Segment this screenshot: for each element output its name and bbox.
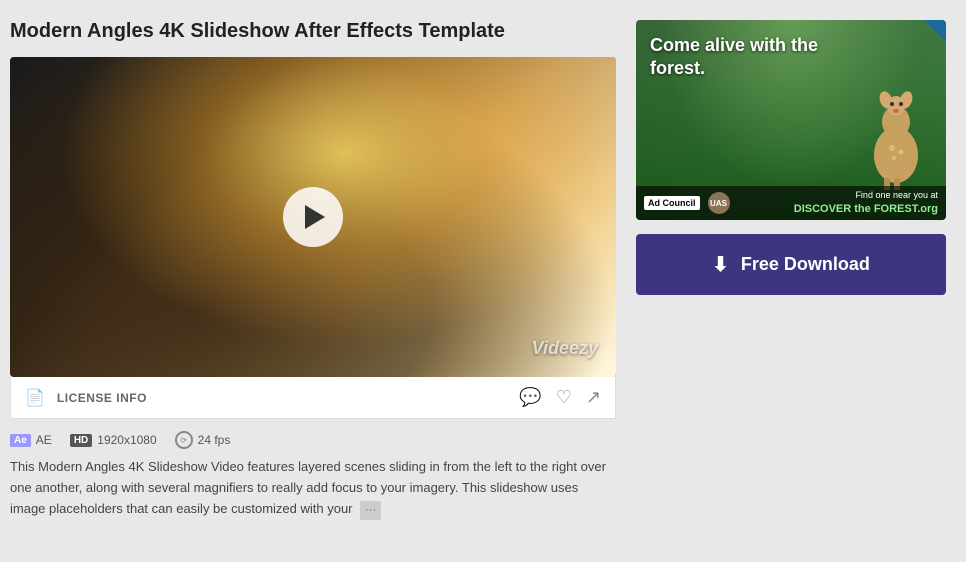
fps-icon: ⟳ — [175, 431, 193, 449]
ad-banner[interactable]: Come alive with the forest. — [636, 20, 946, 220]
video-player[interactable]: Videezy — [10, 57, 616, 377]
video-actions-bar: 📄 LICENSE INFO 💬 ♡ ↗ — [10, 377, 616, 419]
right-column: Come alive with the forest. — [636, 20, 946, 520]
play-icon — [305, 205, 325, 229]
hd-badge: HD — [70, 434, 92, 447]
page-title: Modern Angles 4K Slideshow After Effects… — [10, 20, 616, 43]
license-info-label[interactable]: LICENSE INFO — [57, 391, 511, 405]
hd-badge-container: HD 1920x1080 — [70, 433, 157, 447]
ad-discover-prefix: Find one near you at — [738, 190, 939, 202]
meta-bar: Ae AE HD 1920x1080 ⟳ 24 fps — [10, 419, 616, 457]
fps-label: 24 fps — [198, 433, 231, 447]
license-file-icon: 📄 — [25, 388, 45, 408]
ae-label: AE — [36, 433, 52, 447]
download-label: Free Download — [741, 254, 870, 275]
ad-bottom-bar: Ad Council UAS Find one near you at DISC… — [636, 186, 946, 220]
fps-container: ⟳ 24 fps — [175, 431, 231, 449]
download-icon: ⬇ — [712, 252, 729, 277]
left-column: Modern Angles 4K Slideshow After Effects… — [10, 20, 616, 520]
ad-headline: Come alive with the forest. — [650, 34, 830, 81]
watermark: Videezy — [532, 338, 598, 359]
resolution-label: 1920x1080 — [97, 433, 156, 447]
play-button[interactable] — [283, 187, 343, 247]
ad-discover-brand: DISCOVER the FOREST.org — [794, 203, 938, 215]
share-icon[interactable]: ↗ — [586, 387, 601, 408]
ad-council-logo: Ad Council — [644, 196, 700, 210]
description-text: This Modern Angles 4K Slideshow Video fe… — [10, 459, 606, 516]
ad-deer-illustration — [846, 80, 936, 190]
ae-badge-container: Ae AE — [10, 433, 52, 447]
description: This Modern Angles 4K Slideshow Video fe… — [10, 457, 616, 520]
ad-discover-text: Find one near you at DISCOVER the FOREST… — [738, 190, 939, 216]
uas-seal: UAS — [708, 192, 730, 214]
ae-badge: Ae — [10, 434, 31, 447]
social-actions: 💬 ♡ ↗ — [519, 387, 601, 408]
page-wrapper: Modern Angles 4K Slideshow After Effects… — [0, 0, 966, 540]
like-icon[interactable]: ♡ — [556, 387, 572, 408]
description-more-button[interactable]: ··· — [360, 501, 381, 521]
free-download-button[interactable]: ⬇ Free Download — [636, 234, 946, 295]
comment-icon[interactable]: 💬 — [519, 387, 541, 408]
